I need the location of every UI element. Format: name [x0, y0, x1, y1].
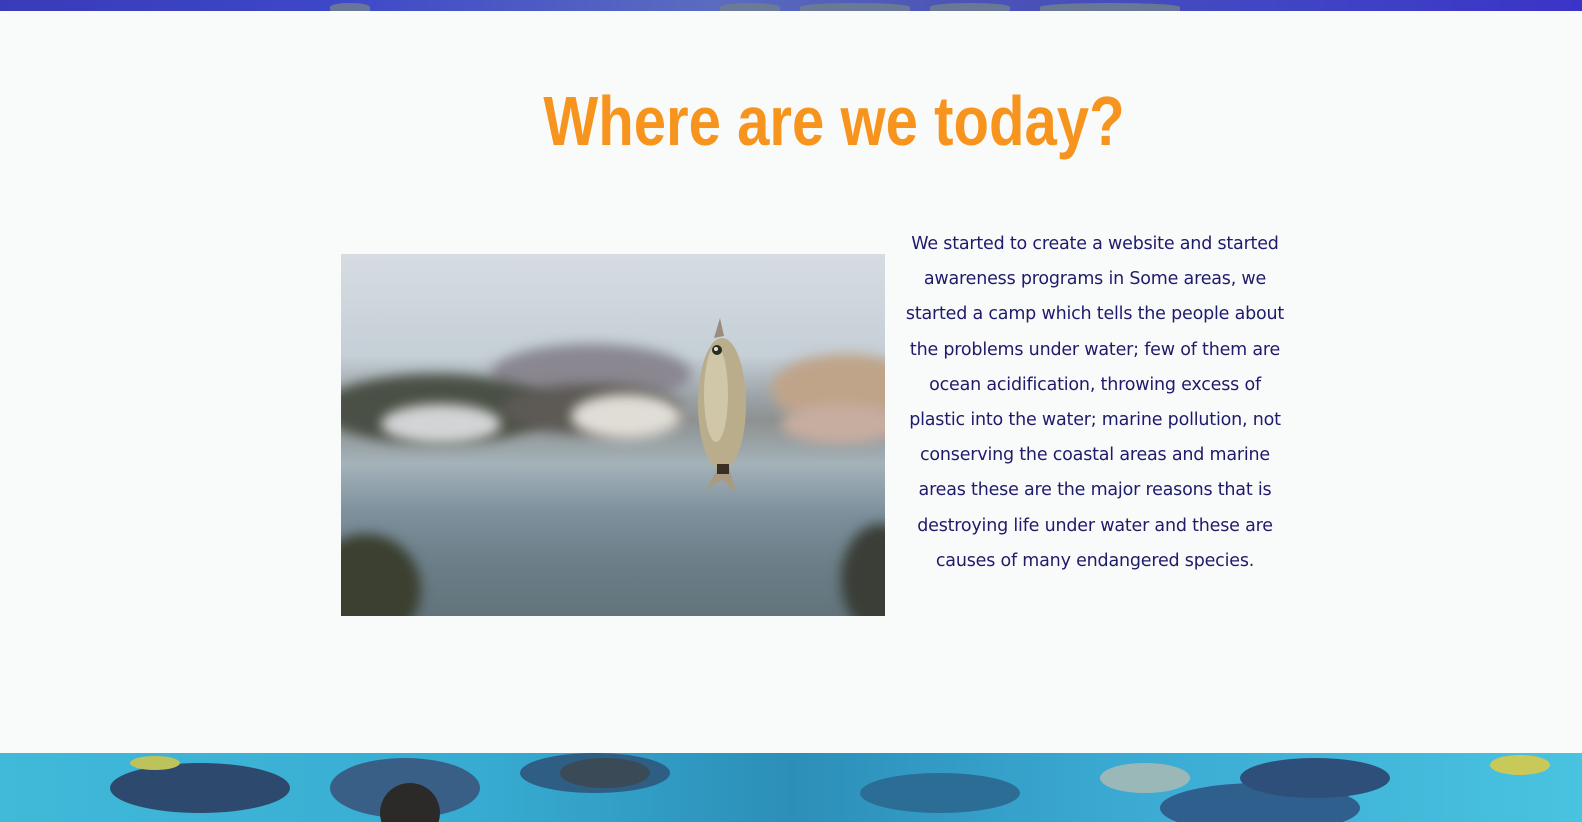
fish-graphic	[698, 318, 746, 492]
section-body-text: We started to create a website and start…	[905, 234, 1285, 571]
aquarium-fish-banner	[0, 753, 1582, 822]
top-banner-image	[0, 0, 1582, 11]
fish-on-hook-photo	[341, 254, 885, 616]
section-title: Where are we today?	[543, 82, 1125, 160]
where-are-we-today-section: Where are we today? We started to create…	[0, 11, 1582, 753]
